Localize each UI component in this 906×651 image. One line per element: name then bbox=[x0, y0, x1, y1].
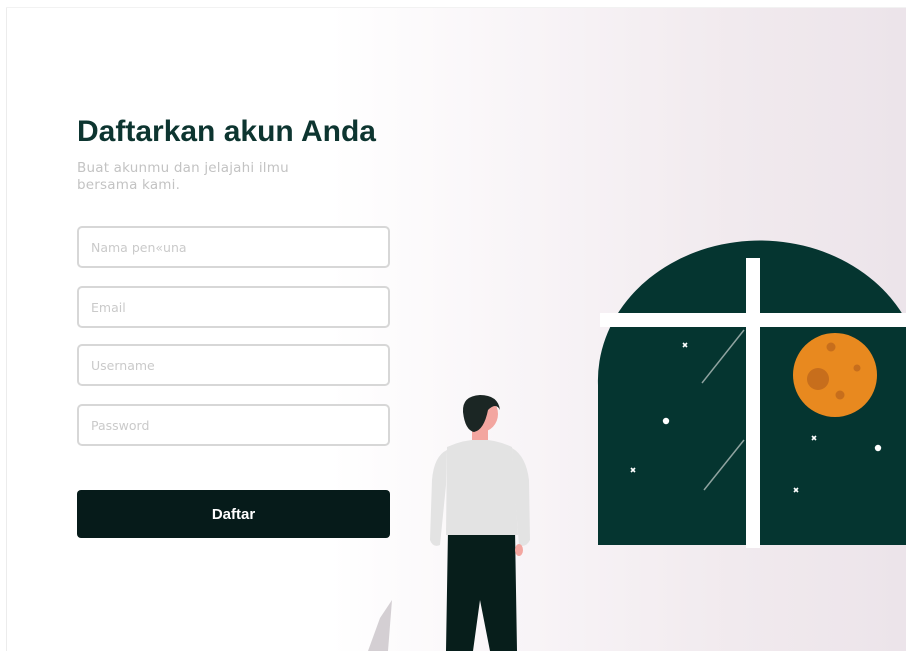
page-border-top bbox=[6, 7, 906, 8]
page-subtitle: Buat akunmu dan jelajahi ilmu bersama ka… bbox=[77, 160, 289, 193]
password-input[interactable] bbox=[77, 404, 390, 446]
illustration-background bbox=[330, 7, 906, 651]
register-button[interactable]: Daftar bbox=[77, 490, 390, 538]
email-input[interactable] bbox=[77, 286, 390, 328]
page-title: Daftarkan akun Anda bbox=[77, 115, 376, 148]
signup-page: Daftarkan akun Anda Buat akunmu dan jela… bbox=[0, 0, 906, 651]
signup-header: Daftarkan akun Anda Buat akunmu dan jela… bbox=[77, 112, 417, 194]
page-border-left bbox=[6, 7, 7, 651]
full-name-input[interactable] bbox=[77, 226, 390, 268]
username-input[interactable] bbox=[77, 344, 390, 386]
